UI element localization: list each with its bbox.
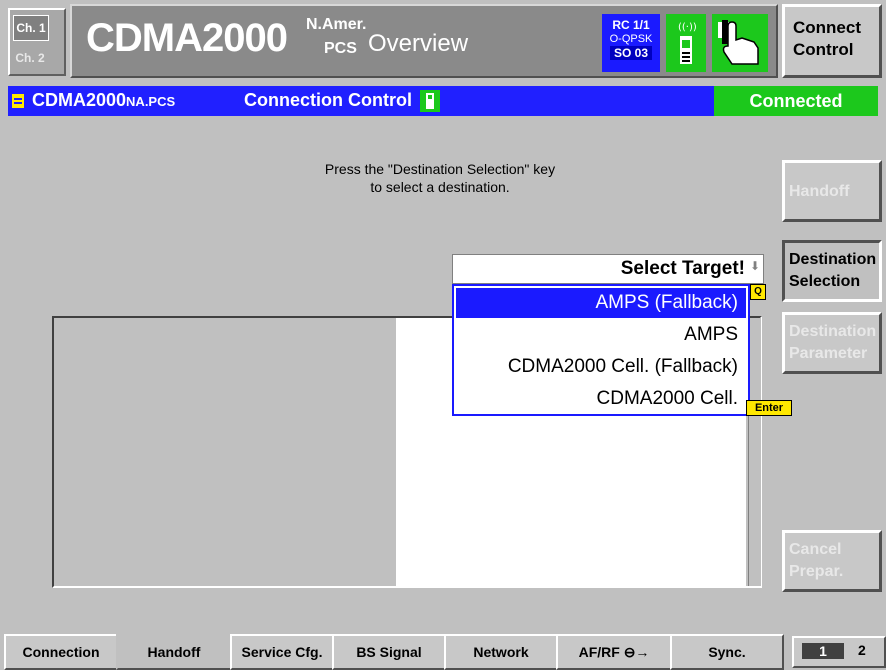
- view-label: Overview: [368, 30, 469, 57]
- page-1[interactable]: 1: [802, 643, 844, 659]
- page-indicator[interactable]: 1 2: [792, 636, 886, 668]
- destination-selection-line1: Destination: [789, 251, 877, 268]
- tab-af-rf[interactable]: AF/RF ⊖→: [556, 634, 672, 670]
- select-target-title: Select Target!: [620, 258, 745, 279]
- list-item[interactable]: CDMA2000 Cell. (Fallback): [456, 352, 746, 382]
- status-app-suffix: NA.PCS: [126, 94, 176, 109]
- instruction-line1: Press the "Destination Selection" key: [324, 161, 556, 177]
- modulation-label: O-QPSK: [609, 33, 653, 45]
- destination-selection-softkey[interactable]: Destination Selection: [782, 240, 882, 302]
- select-target-header: Select Target! ⬇: [452, 254, 764, 284]
- page-2[interactable]: 2: [858, 642, 866, 658]
- connection-state: Connected: [714, 86, 878, 116]
- connect-control-line1: Connect: [793, 18, 861, 37]
- status-function: Connection Control: [244, 90, 412, 110]
- title-panel: CDMA2000 N.Amer. PCS Overview RC 1/1 O-Q…: [70, 4, 778, 78]
- destination-parameter-line1: Destination: [789, 323, 877, 340]
- connect-control-line2: Control: [793, 40, 854, 59]
- cancel-preparation-softkey[interactable]: Cancel Prepar.: [782, 530, 882, 592]
- so-label: SO 03: [609, 46, 653, 60]
- app-title: CDMA2000: [86, 16, 288, 60]
- channel-2-button[interactable]: Ch. 2: [13, 46, 47, 70]
- q-key-hint: Q: [750, 284, 766, 300]
- destination-parameter-softkey[interactable]: Destination Parameter: [782, 312, 882, 374]
- tab-sync[interactable]: Sync.: [670, 634, 784, 670]
- tab-bs-signal[interactable]: BS Signal: [332, 634, 446, 670]
- handoff-softkey[interactable]: Handoff: [782, 160, 882, 222]
- enter-key-hint[interactable]: Enter: [746, 400, 792, 416]
- phone-icon: [420, 90, 440, 112]
- menu-icon[interactable]: [12, 94, 24, 108]
- tab-handoff[interactable]: Handoff: [116, 634, 232, 670]
- cancel-preparation-line2: Prepar.: [789, 563, 844, 580]
- status-bar: CDMA2000NA.PCS Connection Control Connec…: [8, 86, 878, 116]
- arrow-down-icon[interactable]: ⬇: [749, 259, 761, 279]
- list-item[interactable]: AMPS (Fallback): [456, 288, 746, 318]
- instruction-line2: to select a destination.: [370, 179, 510, 195]
- tab-connection[interactable]: Connection: [4, 634, 118, 670]
- handoff-label: Handoff: [789, 183, 850, 200]
- hand-pointer-icon: [712, 14, 768, 72]
- channel-selector: Ch. 1 Ch. 2: [8, 8, 66, 76]
- tab-network[interactable]: Network: [444, 634, 558, 670]
- destination-selection-line2: Selection: [789, 273, 861, 290]
- destination-parameter-line2: Parameter: [789, 345, 868, 362]
- tab-af-rf-label: AF/RF: [578, 644, 620, 660]
- target-list: AMPS (Fallback) AMPS CDMA2000 Cell. (Fal…: [452, 284, 750, 416]
- connector-icon: ⊖→: [623, 644, 650, 660]
- channel-1-button[interactable]: Ch. 1: [13, 15, 49, 41]
- svg-text:((·)): ((·)): [678, 22, 697, 33]
- region-label: N.Amer.: [306, 16, 367, 33]
- tab-bar: Connection Handoff Service Cfg. BS Signa…: [0, 632, 886, 670]
- connect-control-button[interactable]: Connect Control: [782, 4, 882, 78]
- tab-service-cfg[interactable]: Service Cfg.: [230, 634, 334, 670]
- status-app-main: CDMA2000: [32, 90, 127, 110]
- rc-indicator: RC 1/1 O-QPSK SO 03: [602, 14, 660, 72]
- status-app-name: CDMA2000NA.PCS: [32, 90, 175, 111]
- rc-label: RC 1/1: [612, 18, 650, 32]
- list-item[interactable]: AMPS: [456, 320, 746, 350]
- band-label: PCS: [324, 40, 357, 57]
- phone-signal-icon: ((·)): [666, 14, 706, 72]
- list-item[interactable]: CDMA2000 Cell.: [456, 384, 746, 414]
- cancel-preparation-line1: Cancel: [789, 541, 842, 558]
- instruction-text: Press the "Destination Selection" key to…: [300, 160, 580, 196]
